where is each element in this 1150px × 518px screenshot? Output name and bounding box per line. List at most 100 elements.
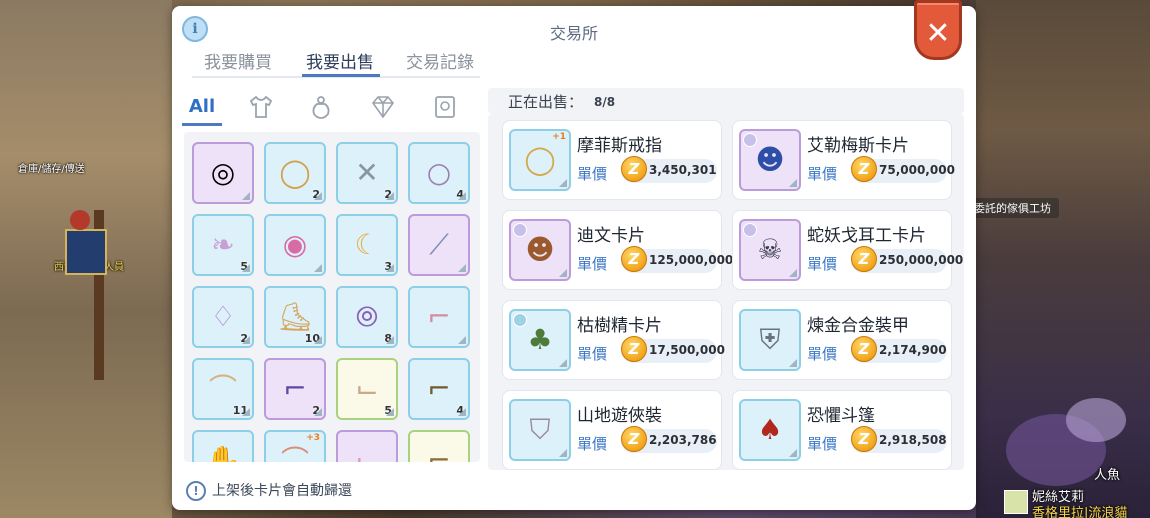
selling-card[interactable]: ☻ 艾勒梅斯卡片 單價 Z 75,000,000 xyxy=(732,120,955,200)
selling-header: 正在出售： 8/8 xyxy=(488,88,964,114)
gem-icon[interactable] xyxy=(368,92,398,122)
selling-label: 正在出售： xyxy=(508,93,584,111)
listing-thumbnail: ⛉ xyxy=(509,399,571,461)
inventory-item[interactable]: ○ 4 xyxy=(408,142,470,204)
selling-card[interactable]: +1 ◯ 摩菲斯戒指 單價 Z 3,450,301 xyxy=(502,120,722,200)
npc-name-mermaid[interactable]: 人魚 xyxy=(1094,464,1120,483)
potion-bottle-icon[interactable] xyxy=(306,92,336,122)
tab-sell[interactable]: 我要出售 xyxy=(306,48,374,73)
selling-card[interactable]: ⛨ 煉金合金裝甲 單價 Z 2,174,900 xyxy=(732,300,952,380)
item-name: 煉金合金裝甲 xyxy=(807,316,909,336)
inventory-item[interactable]: ⟋ xyxy=(408,214,470,276)
listing-thumbnail: ☻ xyxy=(509,219,571,281)
tab-bar: 我要購買 我要出售 交易記錄 xyxy=(192,44,480,78)
glove-icon: ✋ xyxy=(205,444,241,462)
zeny-coin-icon: Z xyxy=(621,246,647,272)
selling-card[interactable]: ⛉ 山地遊俠裝 單價 Z 2,203,786 xyxy=(502,390,722,470)
inventory-item[interactable]: ⌒ 11 xyxy=(192,358,254,420)
close-button[interactable]: ✕ xyxy=(914,0,962,60)
item-price: 3,450,301 xyxy=(649,163,717,177)
exchange-window: i 交易所 ✕ 我要購買 我要出售 交易記錄 All ◎ ◯ 2 ✕ 2 ○ 4 ❧ 5… xyxy=(172,0,976,510)
card-icon[interactable] xyxy=(430,92,460,122)
inventory-item[interactable]: ❧ 5 xyxy=(192,214,254,276)
window-title: 交易所 xyxy=(549,24,598,43)
tab-buy[interactable]: 我要購買 xyxy=(204,48,272,73)
inventory-item[interactable]: ◎ xyxy=(192,142,254,204)
item-name: 山地遊俠裝 xyxy=(577,406,662,426)
listing-thumbnail: ♠ xyxy=(739,399,801,461)
category-filter: All xyxy=(180,90,472,126)
zeny-coin-icon: Z xyxy=(851,336,877,362)
item-name: 摩菲斯戒指 xyxy=(577,136,662,156)
unit-price-label: 單價 xyxy=(807,165,838,183)
item-price: 75,000,000 xyxy=(879,163,955,177)
warehouse-sign[interactable]: 倉庫/儲存/傳送 xyxy=(18,160,85,175)
boot-icon: ⌐ xyxy=(427,444,451,462)
inventory-item[interactable]: +3 ⌒ xyxy=(264,430,326,462)
lamp-post-icon xyxy=(65,210,107,380)
item-name: 恐懼斗篷 xyxy=(807,406,875,426)
item-price: 17,500,000 xyxy=(649,343,725,357)
player-guild[interactable]: 香格里拉|流浪貓 xyxy=(1032,502,1127,518)
inventory-item[interactable]: ⌐ xyxy=(408,430,470,462)
selling-card[interactable]: ♠ 恐懼斗篷 單價 Z 2,918,508 xyxy=(732,390,952,470)
listing-thumbnail: +1 ◯ xyxy=(509,129,571,191)
player-avatar[interactable] xyxy=(1004,490,1028,514)
zeny-coin-icon: Z xyxy=(851,156,877,182)
selling-card[interactable]: ☻ 迪文卡片 單價 Z 125,000,000 xyxy=(502,210,733,290)
listing-thumbnail: ☠ xyxy=(739,219,801,281)
inventory-item[interactable]: ⦾ 8 xyxy=(336,286,398,348)
inventory-grid[interactable]: ◎ ◯ 2 ✕ 2 ○ 4 ❧ 5 ◉ ☾ 3 ⟋ ♢ 2 ⛸ 10 ⦾ 8 ⌐ ⌒ 11 ⌐ 2 … xyxy=(184,132,480,462)
listing-thumbnail: ♣ xyxy=(509,309,571,371)
item-name: 艾勒梅斯卡片 xyxy=(807,136,909,156)
inventory-item[interactable]: ♢ 2 xyxy=(192,286,254,348)
tab-history[interactable]: 交易記錄 xyxy=(406,48,474,73)
listing-thumbnail: ⛨ xyxy=(739,309,801,371)
zeny-coin-icon: Z xyxy=(621,336,647,362)
inventory-item[interactable]: ⌐ 2 xyxy=(264,358,326,420)
zeny-coin-icon: Z xyxy=(851,426,877,452)
inventory-item[interactable]: ⌙ 5 xyxy=(336,358,398,420)
zeny-coin-icon: Z xyxy=(621,156,647,182)
inventory-item[interactable]: ⛸ 10 xyxy=(264,286,326,348)
active-tab-indicator xyxy=(302,74,380,77)
inventory-item[interactable]: ◉ xyxy=(264,214,326,276)
item-price: 125,000,000 xyxy=(649,253,734,267)
unit-price-label: 單價 xyxy=(807,255,838,273)
selling-count: 8/8 xyxy=(594,95,616,109)
hint-text: 上架後卡片會自動歸還 xyxy=(212,483,352,499)
unit-price-label: 單價 xyxy=(577,345,608,363)
unit-price-label: 單價 xyxy=(577,435,608,453)
alert-icon: ! xyxy=(186,481,206,501)
game-background-left: 倉庫/儲存/傳送 西海拉德傳人員 xyxy=(0,0,172,518)
selling-card[interactable]: ♣ 枯樹精卡片 單價 Z 17,500,000 xyxy=(502,300,725,380)
item-price: 2,203,786 xyxy=(649,433,717,447)
inventory-item[interactable]: ⌐ xyxy=(408,286,470,348)
shoe-icon: ⌒ xyxy=(280,444,309,462)
item-name: 枯樹精卡片 xyxy=(577,316,662,336)
category-all[interactable]: All xyxy=(182,92,222,126)
selling-list: +1 ◯ 摩菲斯戒指 單價 Z 3,450,301 ☻ 艾勒梅斯卡片 單價 Z 7… xyxy=(488,114,964,470)
hint-bar: ! 上架後卡片會自動歸還 xyxy=(186,480,352,501)
zeny-coin-icon: Z xyxy=(851,246,877,272)
inventory-item[interactable]: ⌙ xyxy=(336,430,398,462)
unit-price-label: 單價 xyxy=(577,165,608,183)
sock-icon: ⌙ xyxy=(355,444,379,462)
item-name: 蛇妖戈耳工卡片 xyxy=(807,226,926,246)
selling-card[interactable]: ☠ 蛇妖戈耳工卡片 單價 Z 250,000,000 xyxy=(732,210,963,290)
item-price: 2,174,900 xyxy=(879,343,947,357)
unit-price-label: 單價 xyxy=(807,345,838,363)
item-name: 迪文卡片 xyxy=(577,226,645,246)
inventory-item[interactable]: ◯ 2 xyxy=(264,142,326,204)
inventory-item[interactable]: ✋ xyxy=(192,430,254,462)
listing-thumbnail: ☻ xyxy=(739,129,801,191)
item-price: 2,918,508 xyxy=(879,433,947,447)
game-background-right xyxy=(976,0,1150,518)
unit-price-label: 單價 xyxy=(577,255,608,273)
item-price: 250,000,000 xyxy=(879,253,964,267)
shirt-icon[interactable] xyxy=(246,92,276,122)
inventory-item[interactable]: ☾ 3 xyxy=(336,214,398,276)
inventory-item[interactable]: ✕ 2 xyxy=(336,142,398,204)
inventory-item[interactable]: ⌐ 4 xyxy=(408,358,470,420)
zeny-coin-icon: Z xyxy=(621,426,647,452)
